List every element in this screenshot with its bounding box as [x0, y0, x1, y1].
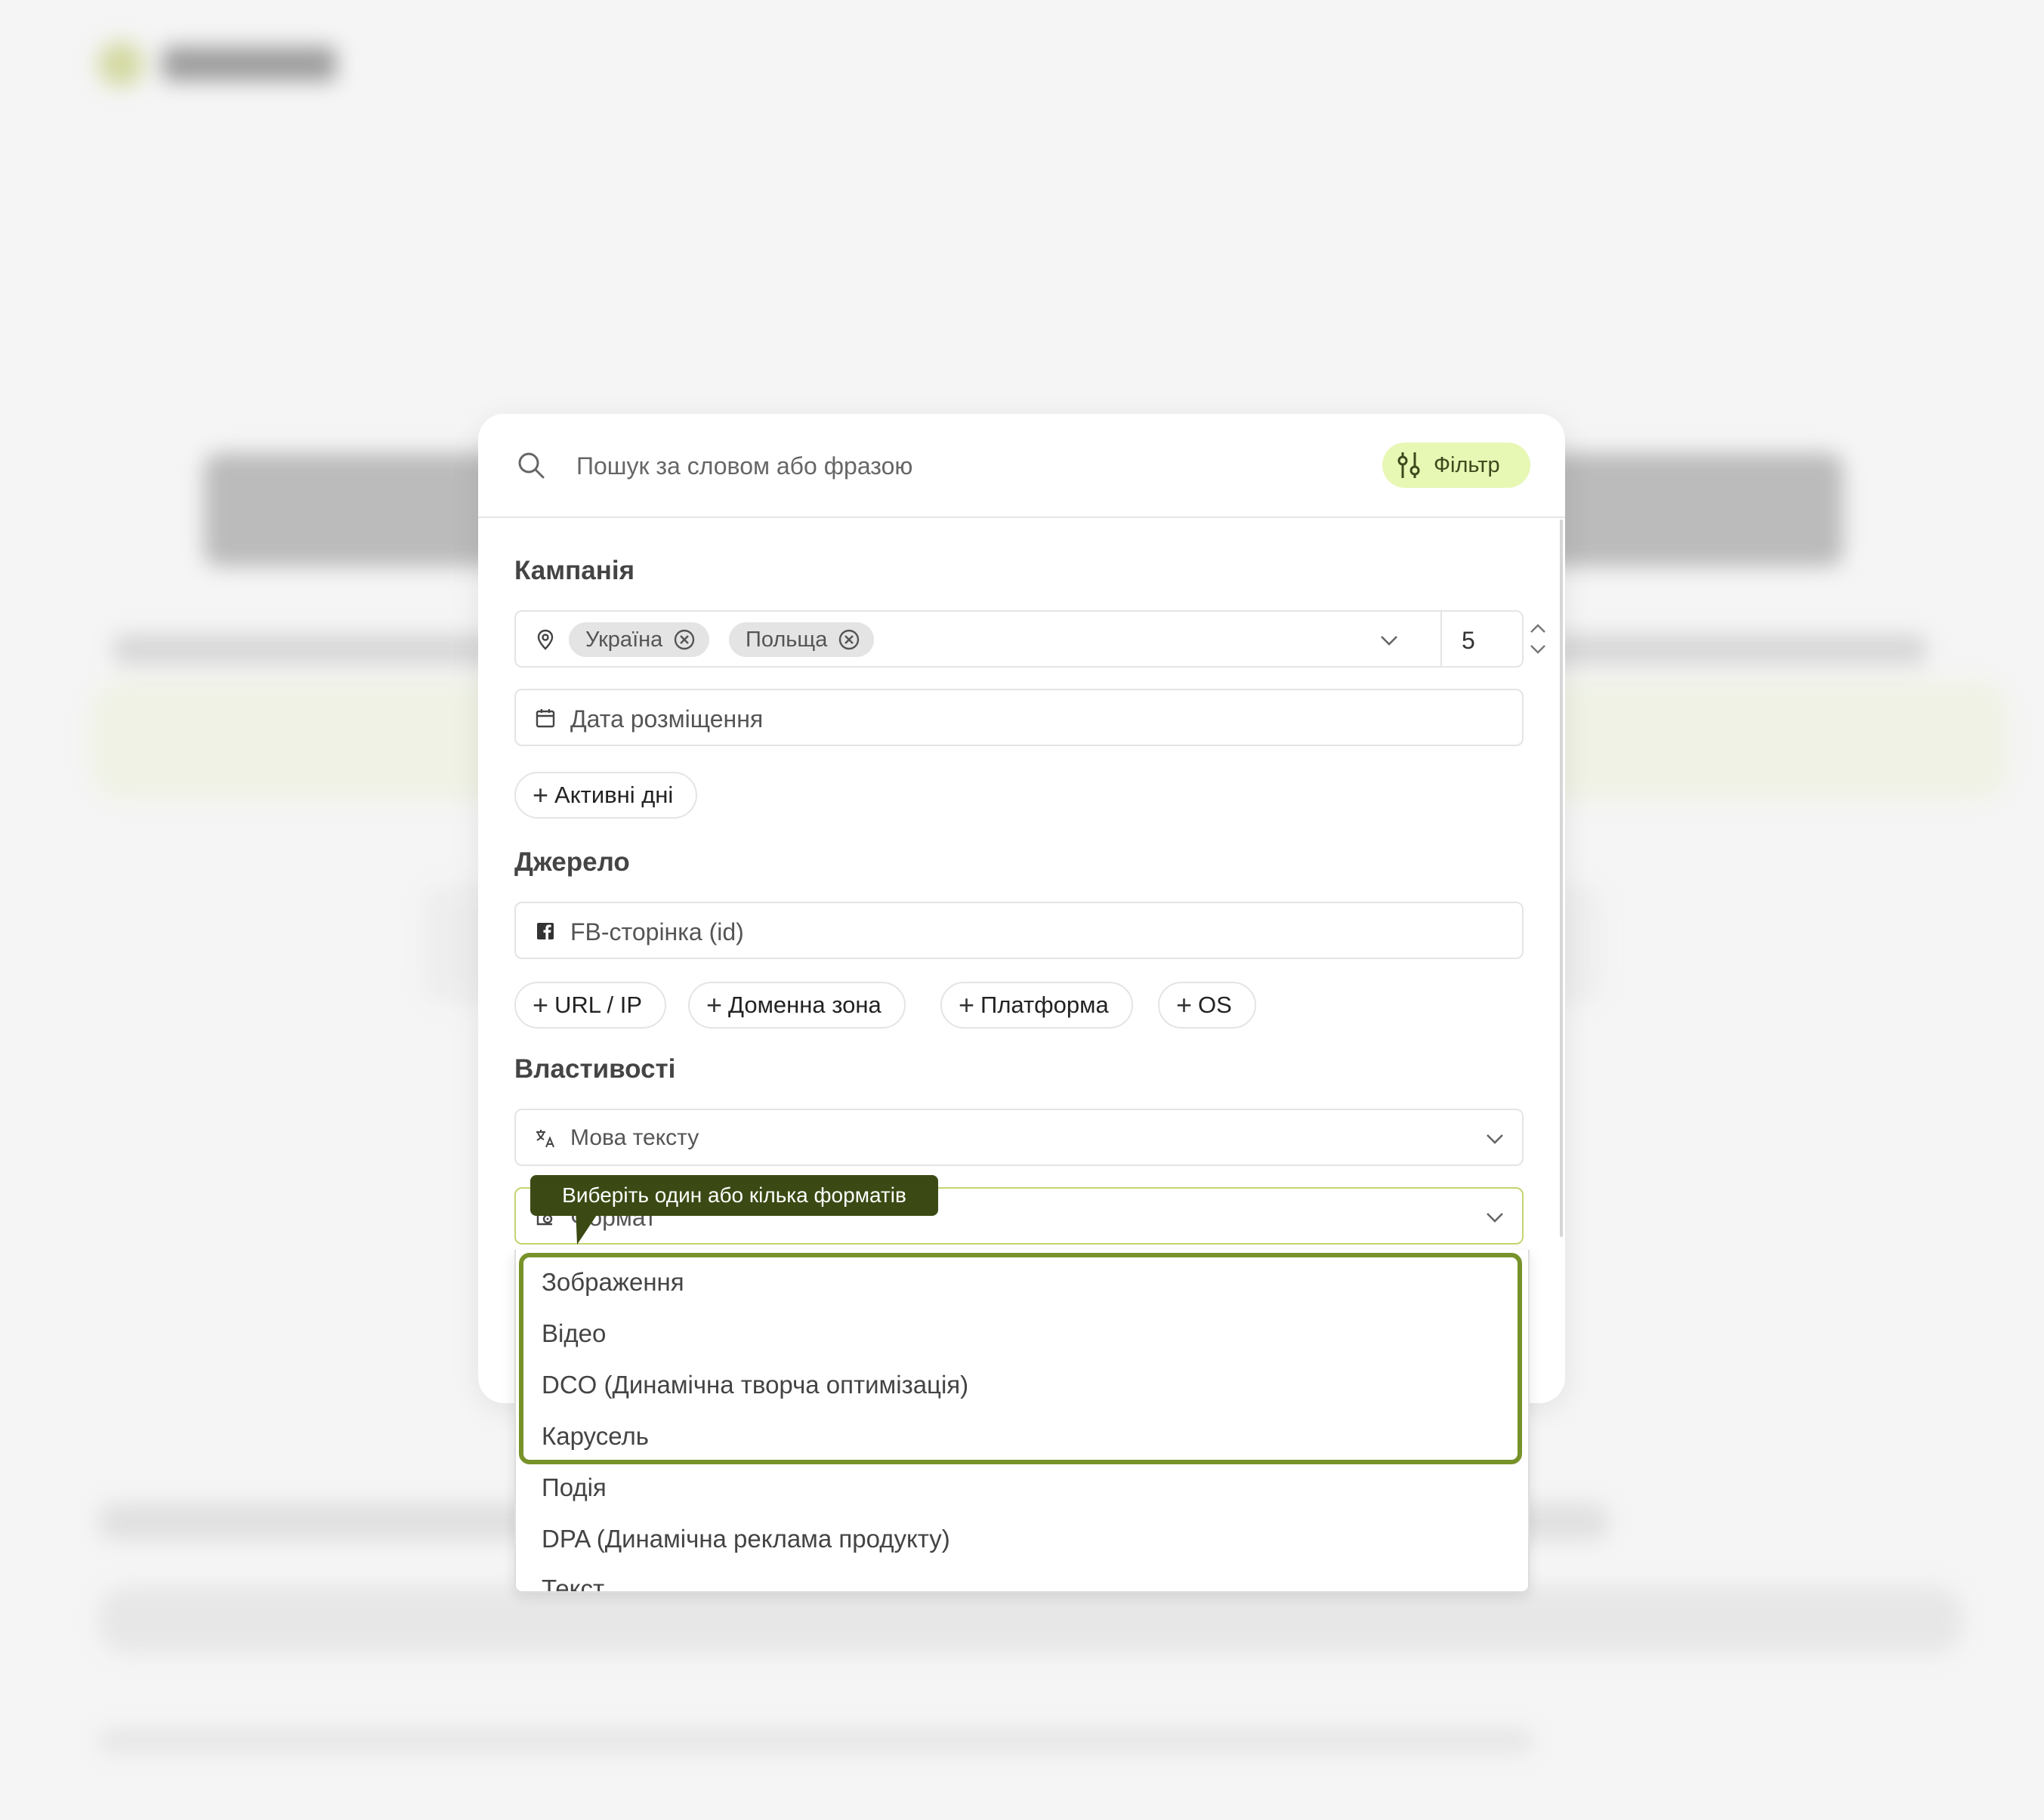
chevron-down-icon[interactable] — [1483, 1205, 1507, 1229]
chevron-down-icon[interactable] — [1483, 1127, 1507, 1151]
placement-date-field[interactable]: Дата розміщення — [514, 689, 1524, 746]
add-url-ip-label: URL / IP — [554, 992, 643, 1018]
search-icon — [518, 452, 545, 479]
bg-logo-text — [162, 47, 336, 81]
format-option-video[interactable]: Відео — [542, 1319, 606, 1348]
translate-icon — [536, 1130, 554, 1148]
country-chip-label: Україна — [585, 627, 663, 652]
plus-icon: + — [533, 779, 549, 810]
add-os-button[interactable]: + OS — [1158, 982, 1256, 1029]
fb-page-placeholder: FB-сторінка (id) — [570, 918, 744, 945]
modal-scrollbar[interactable] — [1560, 520, 1563, 1237]
add-active-days-button[interactable]: + Активні дні — [514, 772, 698, 819]
format-dropdown[interactable]: Зображення Відео DCO (Динамічна творча о… — [514, 1250, 1530, 1593]
format-option-text[interactable]: Текст — [542, 1575, 604, 1591]
format-option-event[interactable]: Подія — [542, 1473, 607, 1502]
country-count-value[interactable]: 5 — [1462, 627, 1475, 655]
chevron-down-icon[interactable] — [1377, 628, 1401, 652]
bg-footer — [98, 1586, 1964, 1654]
add-os-label: OS — [1198, 992, 1232, 1018]
facebook-icon — [537, 923, 554, 939]
location-pin-icon — [537, 629, 554, 650]
placement-date-placeholder: Дата розміщення — [570, 705, 764, 733]
add-active-days-label: Активні дні — [554, 782, 674, 808]
add-platform-label: Платформа — [980, 992, 1109, 1018]
field-divider — [1440, 612, 1442, 666]
format-option-carousel[interactable]: Карусель — [542, 1422, 649, 1451]
country-chip-label: Польща — [746, 627, 828, 652]
calendar-icon — [536, 709, 555, 728]
section-title-properties: Властивості — [514, 1054, 676, 1084]
search-input[interactable] — [575, 441, 1371, 491]
add-url-ip-button[interactable]: + URL / IP — [514, 982, 667, 1029]
tooltip-arrow — [576, 1208, 601, 1245]
format-option-dco[interactable]: DCO (Динамічна творча оптимізація) — [542, 1371, 968, 1399]
sliders-icon — [1397, 452, 1420, 478]
add-platform-button[interactable]: + Платформа — [940, 982, 1133, 1029]
add-domain-zone-label: Доменна зона — [728, 992, 882, 1018]
remove-chip-icon[interactable] — [673, 628, 696, 651]
text-language-placeholder: Мова тексту — [570, 1125, 699, 1150]
plus-icon: + — [706, 989, 723, 1020]
filter-button-label: Фільтр — [1434, 452, 1500, 477]
add-domain-zone-button[interactable]: + Доменна зона — [688, 982, 906, 1029]
country-select[interactable]: Україна Польща 5 — [514, 610, 1545, 668]
remove-chip-icon[interactable] — [838, 628, 860, 651]
stepper-icon[interactable] — [1528, 619, 1548, 659]
search-bar: Фільтр — [478, 414, 1565, 518]
fb-page-field[interactable]: FB-сторінка (id) — [514, 902, 1524, 959]
format-tooltip-text: Виберіть один або кілька форматів — [562, 1183, 906, 1207]
plus-icon: + — [533, 989, 549, 1020]
format-option-image[interactable]: Зображення — [542, 1268, 684, 1297]
bg-footer-text — [98, 1729, 1533, 1752]
plus-icon: + — [959, 989, 975, 1020]
text-language-select[interactable]: Мова тексту — [514, 1109, 1524, 1166]
bg-logo — [98, 42, 144, 87]
plus-icon: + — [1176, 989, 1193, 1020]
country-chip-poland[interactable]: Польща — [729, 622, 875, 657]
filter-button[interactable]: Фільтр — [1382, 443, 1530, 488]
format-option-dpa[interactable]: DPA (Динамічна реклама продукту) — [542, 1525, 950, 1553]
section-title-source: Джерело — [514, 847, 630, 877]
country-chip-ukraine[interactable]: Україна — [569, 622, 710, 657]
section-title-campaign: Кампанія — [514, 556, 635, 585]
